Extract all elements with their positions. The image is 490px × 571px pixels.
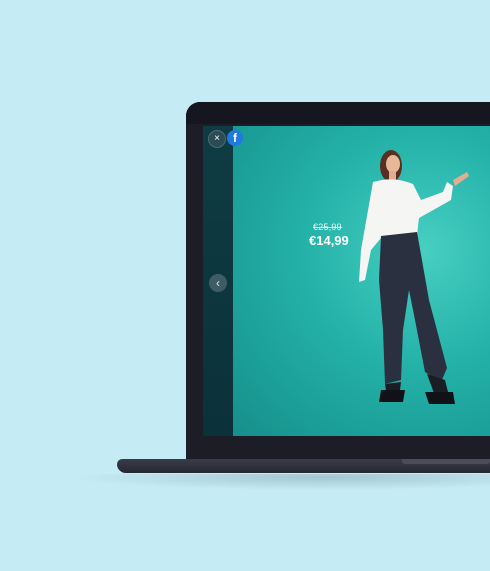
laptop-base [117,459,490,473]
close-button[interactable]: × [208,130,226,148]
laptop-lid: €25,99 €14,99 × f ‹ [186,102,490,460]
facebook-share-button[interactable]: f [227,130,243,146]
model-figure [359,150,469,404]
laptop-shadow [70,474,490,490]
laptop-screen: €25,99 €14,99 × f ‹ [203,126,490,436]
previous-image-button[interactable]: ‹ [209,274,227,292]
laptop-bezel [186,102,490,124]
facebook-icon: f [233,131,237,145]
new-price: €14,99 [309,233,349,248]
product-photo: €25,99 €14,99 [233,126,490,436]
close-icon: × [214,133,220,144]
laptop-base-notch [402,459,490,464]
old-price: €25,99 [313,222,342,232]
chevron-left-icon: ‹ [216,276,220,290]
